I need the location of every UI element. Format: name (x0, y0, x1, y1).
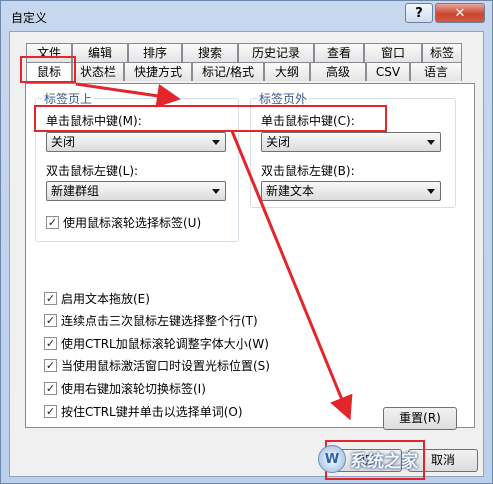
title-bar[interactable]: 自定义 ? ✕ (1, 1, 492, 31)
outside-group-title: 标签页外 (257, 90, 310, 107)
dialog-client: 文件 编辑 排序 搜索 历史记录 查看 窗口 标签 鼠标 状态栏 快捷方式 标记… (9, 31, 484, 477)
outside-double-click-value: 新建文本 (266, 184, 315, 198)
tab-outline[interactable]: 大纲 (264, 62, 310, 81)
option-triple-click[interactable]: ✓ 连续点击三次鼠标左键选择整个行(T) (44, 312, 258, 329)
inside-group-title: 标签页上 (42, 90, 95, 107)
checkbox[interactable]: ✓ (44, 337, 57, 350)
tab-markup[interactable]: 标记/格式 (192, 62, 264, 81)
watermark-text: 系统之家 (350, 451, 418, 472)
inside-tab-group: 标签页上 单击鼠标中键(M): 关闭 双击鼠标左键(L): 新建群组 ✓ 使用鼠… (35, 90, 239, 242)
outside-middle-click-value: 关闭 (266, 135, 291, 149)
tab-shortcuts[interactable]: 快捷方式 (124, 62, 192, 81)
window-title: 自定义 (11, 11, 48, 25)
option-label: 启用文本拖放(E) (61, 292, 150, 306)
watermark-logo-icon: W (318, 445, 346, 473)
checkbox[interactable]: ✓ (44, 314, 57, 327)
tab-language[interactable]: 语言 (410, 62, 462, 81)
chevron-down-icon (212, 140, 220, 145)
close-button[interactable]: ✕ (435, 3, 485, 23)
inside-double-click-label: 双击鼠标左键(L): (46, 164, 139, 178)
option-drag-drop[interactable]: ✓ 启用文本拖放(E) (44, 290, 150, 307)
option-cursor-position[interactable]: ✓ 当使用鼠标激活窗口时设置光标位置(S) (44, 357, 270, 374)
option-label: 使用右键加滚轮切换标签(I) (61, 382, 206, 396)
inside-middle-click-select[interactable]: 关闭 (46, 132, 226, 152)
tab-search[interactable]: 搜索 (182, 43, 238, 62)
tab-csv[interactable]: CSV (366, 62, 410, 81)
help-button[interactable]: ? (405, 3, 433, 23)
tab-window[interactable]: 窗口 (364, 43, 422, 62)
tab-advanced[interactable]: 高级 (310, 62, 366, 81)
customize-dialog: 自定义 ? ✕ 文件 编辑 排序 搜索 历史记录 查看 窗口 标签 鼠标 状态栏… (0, 0, 493, 484)
option-label: 连续点击三次鼠标左键选择整个行(T) (61, 314, 258, 328)
mouse-tab-panel: 标签页上 单击鼠标中键(M): 关闭 双击鼠标左键(L): 新建群组 ✓ 使用鼠… (25, 83, 475, 428)
checkbox[interactable]: ✓ (44, 382, 57, 395)
wheel-select-tab-label: 使用鼠标滚轮选择标签(U) (63, 216, 202, 230)
watermark: W 系统之家 (318, 442, 488, 476)
checkbox[interactable]: ✓ (44, 359, 57, 372)
chevron-down-icon (212, 189, 220, 194)
outside-middle-click-label: 单击鼠标中键(C): (261, 114, 355, 128)
option-label: 当使用鼠标激活窗口时设置光标位置(S) (61, 359, 270, 373)
option-label: 按住CTRL键并单击以选择单词(O) (61, 405, 243, 419)
tab-statusbar[interactable]: 状态栏 (72, 62, 124, 81)
tab-edit[interactable]: 编辑 (72, 43, 128, 62)
tab-tags[interactable]: 标签 (422, 43, 462, 62)
reset-button[interactable]: 重置(R) (383, 407, 457, 430)
wheel-select-tab-checkbox[interactable]: ✓ (46, 216, 59, 229)
inside-middle-click-label: 单击鼠标中键(M): (46, 114, 142, 128)
tab-file[interactable]: 文件 (26, 43, 72, 62)
inside-double-click-select[interactable]: 新建群组 (46, 181, 226, 201)
option-label: 使用CTRL加鼠标滚轮调整字体大小(W) (61, 337, 269, 351)
tab-mouse[interactable]: 鼠标 (26, 62, 72, 83)
tab-view[interactable]: 查看 (314, 43, 364, 62)
outside-double-click-label: 双击鼠标左键(B): (261, 164, 355, 178)
chevron-down-icon (427, 189, 435, 194)
option-right-wheel-tabs[interactable]: ✓ 使用右键加滚轮切换标签(I) (44, 380, 206, 397)
checkbox[interactable]: ✓ (44, 405, 57, 418)
outside-tab-group: 标签页外 单击鼠标中键(C): 关闭 双击鼠标左键(B): 新建文本 (250, 90, 456, 208)
tab-history[interactable]: 历史记录 (238, 43, 314, 62)
outside-double-click-select[interactable]: 新建文本 (261, 181, 441, 201)
chevron-down-icon (427, 140, 435, 145)
inside-middle-click-value: 关闭 (51, 135, 76, 149)
checkbox[interactable]: ✓ (44, 292, 57, 305)
tab-sort[interactable]: 排序 (128, 43, 182, 62)
inside-double-click-value: 新建群组 (51, 184, 100, 198)
option-ctrl-wheel-zoom[interactable]: ✓ 使用CTRL加鼠标滚轮调整字体大小(W) (44, 335, 269, 352)
wheel-select-tab-option[interactable]: ✓ 使用鼠标滚轮选择标签(U) (46, 214, 201, 231)
outside-middle-click-select[interactable]: 关闭 (261, 132, 441, 152)
option-ctrl-click-word[interactable]: ✓ 按住CTRL键并单击以选择单词(O) (44, 403, 243, 420)
